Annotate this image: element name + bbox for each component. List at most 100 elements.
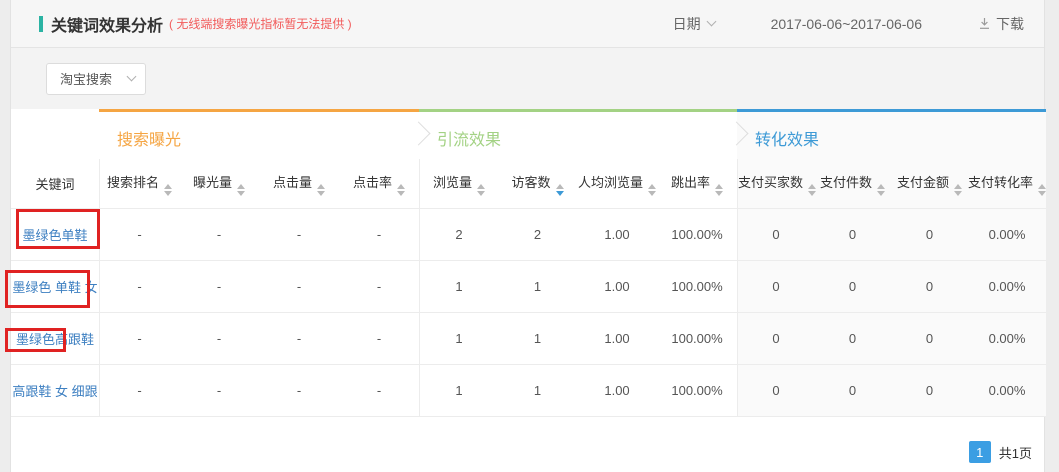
title-accent-bar xyxy=(39,16,43,32)
metric-cell: 1 xyxy=(419,365,498,417)
metric-cell: 1.00 xyxy=(577,261,657,313)
metric-cell: 0.00% xyxy=(968,261,1046,313)
col-header-9[interactable]: 跳出率 xyxy=(657,159,737,209)
col-header-12[interactable]: 支付金额 xyxy=(891,159,968,209)
metric-cell: 100.00% xyxy=(657,313,737,365)
group-header-1: 搜索曝光 xyxy=(99,109,419,159)
col-header-label: 支付买家数 xyxy=(738,175,803,190)
sort-icon[interactable] xyxy=(877,184,885,196)
metric-cell: - xyxy=(259,209,339,261)
metric-cell: - xyxy=(179,261,259,313)
col-header-2[interactable]: 搜索排名 xyxy=(99,159,179,209)
group-header-label: 转化效果 xyxy=(737,126,819,150)
metric-cell: 100.00% xyxy=(657,365,737,417)
metric-cell: 100.00% xyxy=(657,209,737,261)
table-row: 墨绿色单鞋----221.00100.00%0000.00% xyxy=(11,209,1046,261)
sort-icon[interactable] xyxy=(397,184,405,196)
pagination: 1 共1页 xyxy=(969,441,1032,463)
keyword-analysis-panel: 关键词效果分析 ( 无线端搜索曝光指标暂无法提供 ) 日期 2017-06-06… xyxy=(10,0,1045,472)
table-body: 墨绿色单鞋----221.00100.00%0000.00%墨绿色 单鞋 女--… xyxy=(11,209,1046,417)
title-bar-right: 日期 2017-06-06~2017-06-06 下载 xyxy=(673,14,1024,34)
col-header-label: 点击率 xyxy=(353,175,392,190)
col-header-8[interactable]: 人均浏览量 xyxy=(577,159,657,209)
group-header-3: 转化效果 xyxy=(737,109,1046,159)
keyword-cell: 墨绿色 单鞋 女 xyxy=(11,261,99,313)
metric-cell: - xyxy=(99,209,179,261)
col-header-label: 支付件数 xyxy=(820,175,872,190)
download-icon xyxy=(978,17,991,30)
metric-cell: 0 xyxy=(814,261,891,313)
col-header-label: 人均浏览量 xyxy=(578,175,643,190)
metric-cell: 100.00% xyxy=(657,261,737,313)
col-header-10[interactable]: 支付买家数 xyxy=(737,159,814,209)
metric-cell: - xyxy=(339,365,419,417)
group-header-label: 引流效果 xyxy=(419,126,501,150)
metric-cell: 0 xyxy=(814,209,891,261)
keyword-link[interactable]: 墨绿色单鞋 xyxy=(22,228,87,243)
sort-icon[interactable] xyxy=(317,184,325,196)
column-header-row: 关键词搜索排名曝光量点击量点击率浏览量访客数人均浏览量跳出率支付买家数支付件数支… xyxy=(11,159,1046,209)
metric-cell: 1 xyxy=(419,313,498,365)
sort-icon[interactable] xyxy=(237,184,245,196)
channel-select[interactable]: 淘宝搜索 xyxy=(46,63,146,95)
col-header-label: 曝光量 xyxy=(193,175,232,190)
keyword-link[interactable]: 墨绿色 单鞋 女 xyxy=(12,280,97,295)
col-header-7[interactable]: 访客数 xyxy=(498,159,577,209)
col-header-13[interactable]: 支付转化率 xyxy=(968,159,1046,209)
date-filter-label: 日期 xyxy=(673,14,701,34)
metric-cell: 0.00% xyxy=(968,209,1046,261)
group-header-label: 搜索曝光 xyxy=(99,126,181,150)
metric-cell: 0 xyxy=(737,365,814,417)
download-label: 下载 xyxy=(996,14,1024,34)
sort-icon[interactable] xyxy=(808,184,816,196)
download-button[interactable]: 下载 xyxy=(978,14,1024,34)
metric-cell: 0 xyxy=(737,261,814,313)
table-row: 墨绿色高跟鞋----111.00100.00%0000.00% xyxy=(11,313,1046,365)
metric-cell: - xyxy=(179,365,259,417)
metric-cell: 1.00 xyxy=(577,313,657,365)
metric-cell: - xyxy=(259,313,339,365)
date-range-value: 2017-06-06~2017-06-06 xyxy=(771,16,922,32)
sort-icon[interactable] xyxy=(556,184,564,196)
sort-icon[interactable] xyxy=(477,184,485,196)
col-header-5[interactable]: 点击率 xyxy=(339,159,419,209)
filter-bar: 淘宝搜索 xyxy=(11,48,1044,109)
channel-select-value: 淘宝搜索 xyxy=(60,69,112,88)
metric-cell: 0 xyxy=(891,365,968,417)
total-pages-label: 共1页 xyxy=(999,443,1032,462)
sort-icon[interactable] xyxy=(954,184,962,196)
sort-icon[interactable] xyxy=(715,184,723,196)
metric-cell: - xyxy=(99,313,179,365)
metric-cell: 0 xyxy=(891,261,968,313)
metric-cell: 0.00% xyxy=(968,313,1046,365)
col-header-label: 支付转化率 xyxy=(968,175,1033,190)
metric-cell: - xyxy=(99,261,179,313)
col-header-label: 点击量 xyxy=(273,175,312,190)
metric-cell: 0 xyxy=(737,209,814,261)
metric-cell: 1 xyxy=(498,261,577,313)
page-1-button[interactable]: 1 xyxy=(969,441,991,463)
metric-cell: 0 xyxy=(891,313,968,365)
col-header-3[interactable]: 曝光量 xyxy=(179,159,259,209)
sort-icon[interactable] xyxy=(164,184,172,196)
col-header-6[interactable]: 浏览量 xyxy=(419,159,498,209)
title-bar: 关键词效果分析 ( 无线端搜索曝光指标暂无法提供 ) 日期 2017-06-06… xyxy=(11,0,1044,48)
sort-icon[interactable] xyxy=(648,184,656,196)
table-row: 高跟鞋 女 细跟----111.00100.00%0000.00% xyxy=(11,365,1046,417)
metric-cell: - xyxy=(339,209,419,261)
date-filter-dropdown[interactable]: 日期 xyxy=(673,14,715,34)
metric-cell: 2 xyxy=(419,209,498,261)
chevron-down-icon xyxy=(706,17,716,27)
group-header-spacer xyxy=(11,109,99,159)
keyword-link[interactable]: 高跟鞋 女 细跟 xyxy=(12,384,97,399)
col-header-label: 搜索排名 xyxy=(107,175,159,190)
sort-icon[interactable] xyxy=(1038,184,1046,196)
keyword-link[interactable]: 墨绿色高跟鞋 xyxy=(16,332,94,347)
col-header-4[interactable]: 点击量 xyxy=(259,159,339,209)
keyword-cell: 墨绿色高跟鞋 xyxy=(11,313,99,365)
metric-cell: 0 xyxy=(737,313,814,365)
title-note: ( 无线端搜索曝光指标暂无法提供 ) xyxy=(169,15,352,32)
col-header-label: 支付金额 xyxy=(897,175,949,190)
col-header-11[interactable]: 支付件数 xyxy=(814,159,891,209)
metric-cell: 0.00% xyxy=(968,365,1046,417)
